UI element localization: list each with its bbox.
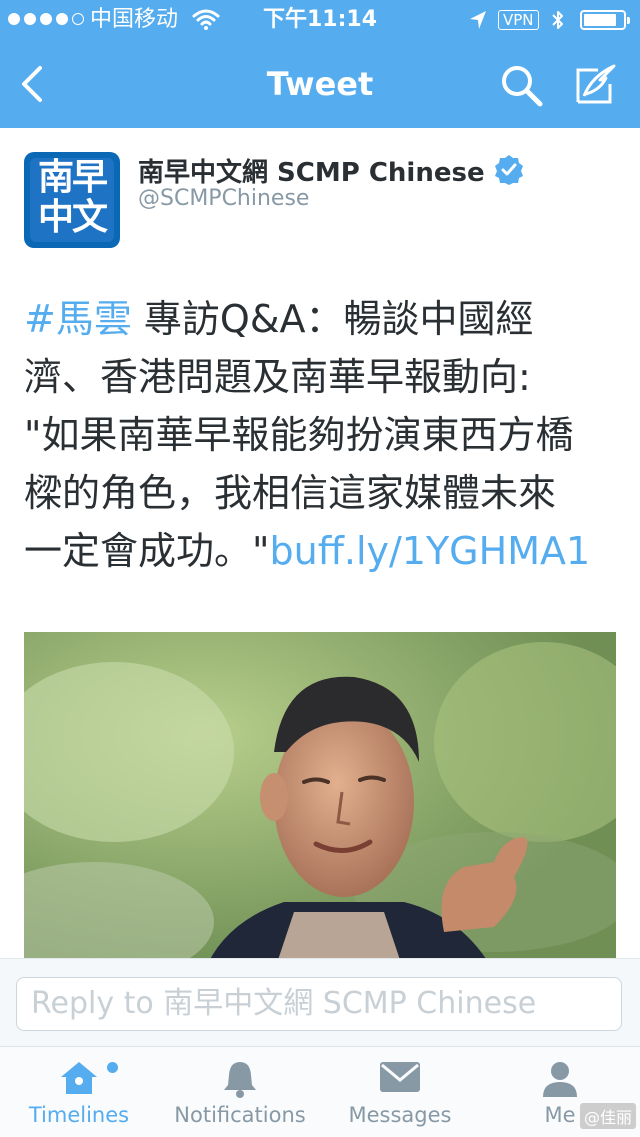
envelope-icon <box>380 1062 420 1092</box>
tweet-line-text: 一定會成功。" <box>24 529 270 573</box>
unread-dot <box>107 1062 118 1073</box>
author-display-name[interactable]: 南早中文網 SCMP Chinese <box>138 152 485 189</box>
back-chevron-icon[interactable] <box>14 62 54 106</box>
tweet-photo[interactable] <box>24 632 616 972</box>
tweet-line-3: "如果南華早報能夠扮演東西方橋 <box>24 413 574 457</box>
avatar-logo: 南早 中文 <box>30 158 114 242</box>
reply-bar: Reply to 南早中文網 SCMP Chinese <box>0 958 640 1047</box>
tweet-line-4: 樑的角色，我相信這家媒體未來 <box>24 471 557 515</box>
reply-input[interactable]: Reply to 南早中文網 SCMP Chinese <box>16 977 622 1031</box>
tab-label: Messages <box>348 1103 452 1127</box>
tab-label: Notifications <box>174 1103 306 1127</box>
photo-illustration <box>24 632 616 972</box>
bluetooth-icon <box>552 11 563 29</box>
home-icon <box>61 1062 97 1094</box>
compose-tweet-icon[interactable] <box>574 62 618 108</box>
url-link[interactable]: buff.ly/1YGHMA1 <box>269 529 590 573</box>
location-arrow-icon <box>470 11 486 29</box>
status-time: 下午11:14 <box>262 7 378 32</box>
watermark: @佳丽 <box>580 1103 637 1129</box>
tweet-line-5: 一定會成功。"buff.ly/1YGHMA1 <box>24 522 624 580</box>
status-bar: 中国移动 下午11:14 VPN <box>0 0 640 40</box>
avatar-text-line2: 中文 <box>37 197 108 238</box>
vpn-badge: VPN <box>498 10 539 30</box>
author-name-row: 南早中文網 SCMP Chinese <box>138 150 525 190</box>
hashtag-link[interactable]: #馬雲 <box>24 297 132 341</box>
top-bar: 中国移动 下午11:14 VPN Tweet <box>0 0 640 128</box>
person-icon <box>543 1062 577 1097</box>
battery-icon <box>580 10 630 30</box>
avatar[interactable]: 南早 中文 <box>24 152 120 248</box>
tweet-line-1: #馬雲 專訪Q&A：暢談中國經 <box>24 290 624 348</box>
avatar-text-line1: 南早 <box>37 157 108 198</box>
tweet-line-2: 濟、香港問題及南華早報動向: <box>24 355 531 399</box>
tweet-line-text: 專訪Q&A：暢談中國經 <box>131 297 534 341</box>
navigation-bar: Tweet <box>0 40 640 128</box>
bell-icon <box>224 1062 256 1098</box>
tab-notifications[interactable]: Notifications <box>160 1047 320 1137</box>
tab-messages[interactable]: Messages <box>320 1047 480 1137</box>
page-title: Tweet <box>266 65 374 103</box>
tab-label: Timelines <box>28 1103 130 1127</box>
verified-badge-icon <box>494 155 523 185</box>
search-icon[interactable] <box>498 62 544 108</box>
tab-bar: Timelines Notifications Messages Me <box>0 1046 640 1137</box>
author-handle[interactable]: @SCMPChinese <box>138 186 309 211</box>
tab-timelines[interactable]: Timelines <box>0 1047 158 1137</box>
tweet-text: #馬雲 專訪Q&A：暢談中國經 濟、香港問題及南華早報動向: "如果南華早報能夠… <box>24 290 624 580</box>
